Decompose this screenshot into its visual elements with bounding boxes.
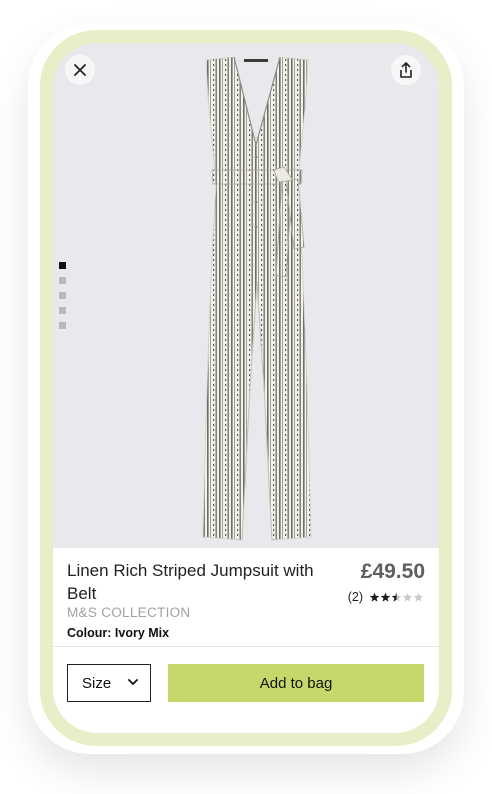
size-select-label: Size <box>82 674 112 692</box>
add-to-bag-button[interactable]: Add to bag <box>168 664 424 702</box>
product-image <box>202 57 312 541</box>
page: Linen Rich Striped Jumpsuit with Belt M&… <box>0 0 492 794</box>
chevron-down-icon <box>128 679 138 685</box>
star-icon-filled <box>380 592 391 602</box>
star-icon <box>413 592 424 602</box>
product-brand: M&S COLLECTION <box>67 605 191 620</box>
share-button[interactable] <box>391 55 421 85</box>
gallery-dot[interactable] <box>59 277 66 284</box>
product-colour: Colour: Ivory Mix <box>67 626 170 640</box>
product-title: Linen Rich Striped Jumpsuit with Belt <box>67 561 314 603</box>
gallery-dot[interactable] <box>59 262 66 269</box>
rating-stars <box>369 592 424 602</box>
product-price: £49.50 <box>360 560 425 583</box>
gallery-dot[interactable] <box>59 292 66 299</box>
size-select[interactable]: Size <box>67 664 151 702</box>
gallery-dot[interactable] <box>59 307 66 314</box>
close-button[interactable] <box>65 55 95 85</box>
rating-count: (2) <box>347 590 363 604</box>
gallery-pagination <box>59 262 67 337</box>
product-image-gallery[interactable] <box>53 43 439 548</box>
product-rating[interactable]: (2) <box>348 590 425 604</box>
share-icon <box>400 62 412 78</box>
close-icon <box>74 64 86 76</box>
star-icon-filled <box>369 592 380 602</box>
star-icon <box>402 592 413 602</box>
product-info: Linen Rich Striped Jumpsuit with Belt M&… <box>53 548 439 646</box>
divider <box>53 646 439 647</box>
product-detail-screen: Linen Rich Striped Jumpsuit with Belt M&… <box>53 43 439 733</box>
gallery-dot[interactable] <box>59 322 66 329</box>
